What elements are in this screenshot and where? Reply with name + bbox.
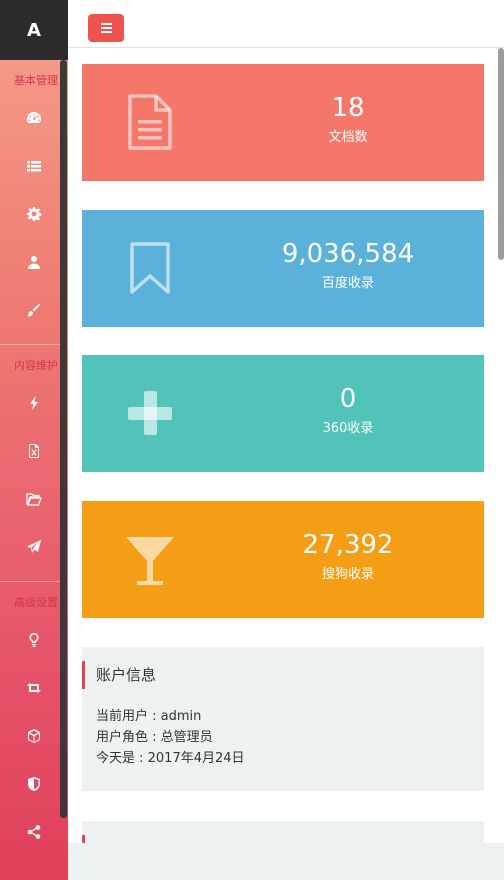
gear-icon (27, 207, 42, 221)
stat-card-baidu: 9,036,584 百度收录 (82, 210, 484, 327)
stat-label: 搜狗收录 (321, 567, 374, 582)
share-icon (27, 825, 41, 839)
excel-file-icon (29, 444, 39, 458)
current-user: 当前用户 : admin (96, 709, 202, 724)
stat-value: 27,392 (302, 530, 394, 560)
sidebar-scrollbar[interactable] (60, 60, 67, 818)
stat-card-360: 0 360收录 (82, 355, 484, 472)
cocktail-glass-icon (126, 537, 174, 585)
lightbulb-icon (29, 633, 39, 647)
bottom-bar (68, 843, 504, 880)
account-info-title: 账户信息 (82, 661, 156, 689)
user-icon (28, 256, 40, 269)
sidebar-item-settings[interactable] (0, 190, 68, 238)
sidebar-item-dashboard[interactable] (0, 94, 68, 142)
sidebar-item-share[interactable] (0, 808, 68, 856)
plus-icon (128, 391, 172, 435)
sidebar-section-title-advanced: 高级设置 (14, 596, 58, 609)
top-bar (68, 0, 504, 48)
sidebar-item-sync[interactable] (0, 664, 68, 712)
sidebar-section-title-basic: 基本管理 (14, 74, 58, 87)
sidebar-item-excel[interactable] (0, 427, 68, 475)
sidebar-divider (0, 344, 68, 345)
logo[interactable]: A (0, 0, 68, 60)
today-date: 今天是 : 2017年4月24日 (96, 751, 245, 766)
user-role: 用户角色 : 总管理员 (96, 730, 213, 745)
stat-card-documents: 18 文档数 (82, 64, 484, 181)
sidebar-item-theme[interactable] (0, 286, 68, 334)
sidebar-item-list[interactable] (0, 142, 68, 190)
brush-icon (27, 303, 41, 317)
stat-value: 9,036,584 (281, 239, 415, 269)
main-content: 18 文档数 9,036,584 百度收录 0 360收录 27,392 搜狗收… (68, 48, 504, 880)
retweet-icon (27, 683, 41, 693)
document-icon (128, 94, 172, 150)
account-info-panel: 账户信息 当前用户 : admin 用户角色 : 总管理员 今天是 : 2017… (82, 647, 484, 791)
stat-label: 360收录 (322, 421, 374, 436)
stat-label: 文档数 (328, 130, 368, 145)
bookmark-icon (130, 242, 170, 294)
stat-card-sogou: 27,392 搜狗收录 (82, 501, 484, 618)
bolt-icon (30, 396, 38, 410)
sidebar-divider (0, 581, 68, 582)
shield-icon (28, 777, 40, 791)
dashboard-icon (27, 112, 41, 123)
menu-toggle-button[interactable] (88, 14, 124, 42)
hamburger-icon (100, 27, 112, 29)
sidebar-item-user[interactable] (0, 238, 68, 286)
sidebar-item-flash[interactable] (0, 379, 68, 427)
sidebar-item-folder[interactable] (0, 475, 68, 523)
stat-value: 0 (339, 384, 357, 414)
paper-plane-icon (27, 540, 41, 553)
sidebar: A 基本管理 内容维护 高级设置 (0, 0, 68, 880)
cube-icon (28, 729, 40, 743)
sidebar-item-security[interactable] (0, 760, 68, 808)
sidebar-section-title-content: 内容维护 (14, 359, 58, 372)
folder-open-icon (26, 493, 42, 506)
sidebar-item-send[interactable] (0, 523, 68, 571)
main-scrollbar[interactable] (498, 48, 504, 260)
stat-label: 百度收录 (321, 276, 374, 291)
list-icon (27, 161, 41, 172)
stat-value: 18 (331, 93, 365, 123)
sidebar-item-ideas[interactable] (0, 616, 68, 664)
sidebar-item-modules[interactable] (0, 712, 68, 760)
